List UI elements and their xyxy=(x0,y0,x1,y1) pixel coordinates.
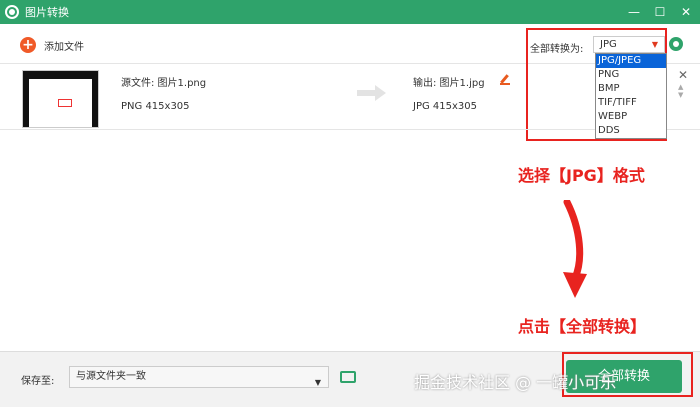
add-file-label: 添加文件 xyxy=(44,41,84,53)
reorder-controls[interactable]: ▲ ▼ xyxy=(678,83,683,99)
app-logo-icon xyxy=(5,5,19,19)
save-to-label: 保存至: xyxy=(21,376,55,387)
format-dropdown: JPG/JPEG PNG BMP TIF/TIFF WEBP DDS xyxy=(595,53,667,139)
folder-icon[interactable] xyxy=(340,371,356,383)
source-file-meta: PNG 415x305 xyxy=(121,101,190,112)
annotation-step1: 选择【JPG】格式 xyxy=(518,166,645,185)
dropdown-option[interactable]: PNG xyxy=(596,68,666,82)
arrow-right-icon xyxy=(357,85,386,101)
save-to-select[interactable]: 与源文件夹一致 ▼ xyxy=(69,366,329,388)
dropdown-option[interactable]: DDS xyxy=(596,124,666,138)
add-file-button[interactable]: + 添加文件 xyxy=(20,37,84,53)
output-file-name: 输出: 图片1.jpg xyxy=(413,78,485,89)
close-button[interactable]: ✕ xyxy=(680,4,692,20)
minimize-button[interactable]: — xyxy=(628,4,640,20)
remove-file-button[interactable]: ✕ xyxy=(678,68,688,82)
title-bar: 图片转换 — ☐ ✕ xyxy=(0,0,700,24)
move-down-icon[interactable]: ▼ xyxy=(678,91,683,99)
watermark: 掘金技术社区 @ 一罐小可乐 xyxy=(414,373,617,392)
dropdown-option[interactable]: WEBP xyxy=(596,110,666,124)
source-file-name: 源文件: 图片1.png xyxy=(121,78,207,89)
edit-icon[interactable] xyxy=(500,75,510,85)
dropdown-option[interactable]: JPG/JPEG xyxy=(596,54,666,68)
file-thumbnail xyxy=(22,70,99,128)
annotation-step2: 点击【全部转换】 xyxy=(518,317,647,336)
arrow-down-icon xyxy=(563,200,587,298)
window-title: 图片转换 xyxy=(25,6,69,19)
output-file-meta: JPG 415x305 xyxy=(413,101,477,112)
chevron-down-icon: ▼ xyxy=(314,378,321,387)
maximize-button[interactable]: ☐ xyxy=(654,4,666,20)
save-to-value: 与源文件夹一致 xyxy=(76,371,146,382)
move-up-icon[interactable]: ▲ xyxy=(678,83,683,91)
plus-icon: + xyxy=(20,37,36,53)
dropdown-option[interactable]: BMP xyxy=(596,82,666,96)
gear-icon[interactable] xyxy=(669,37,683,51)
dropdown-option[interactable]: TIF/TIFF xyxy=(596,96,666,110)
